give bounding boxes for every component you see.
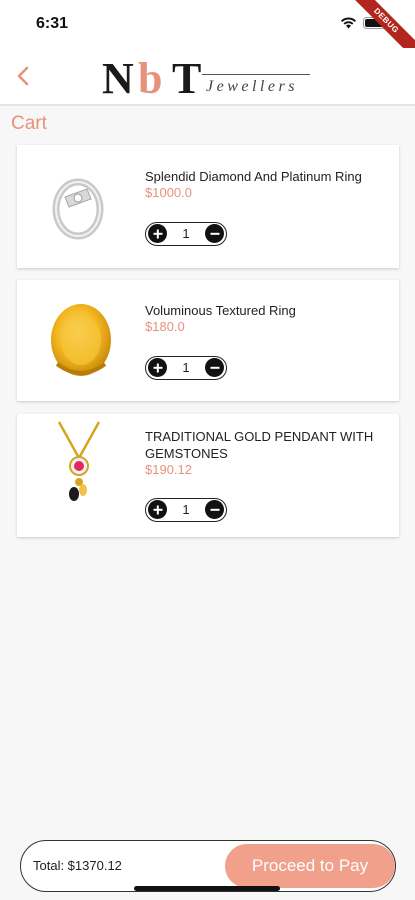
cart-item: Splendid Diamond And Platinum Ring $1000… bbox=[17, 145, 399, 268]
back-arrow-icon[interactable] bbox=[10, 62, 38, 90]
item-price: $180.0 bbox=[145, 319, 185, 334]
item-name: Voluminous Textured Ring bbox=[145, 303, 296, 318]
decrease-quantity-button[interactable] bbox=[205, 358, 224, 377]
quantity-stepper: 1 bbox=[145, 498, 227, 522]
gold-pendant-necklace-icon bbox=[57, 421, 101, 501]
logo-divider bbox=[202, 74, 310, 75]
wifi-icon bbox=[341, 17, 356, 29]
decrease-quantity-button[interactable] bbox=[205, 500, 224, 519]
status-time: 6:31 bbox=[36, 15, 69, 32]
home-indicator bbox=[134, 886, 280, 891]
item-name: TRADITIONAL GOLD PENDANT WITH GEMSTONES bbox=[145, 429, 374, 461]
cart-item: Voluminous Textured Ring $180.0 1 bbox=[17, 280, 399, 401]
quantity-stepper: 1 bbox=[145, 222, 227, 246]
cart-total: Total: $1370.12 bbox=[33, 858, 122, 873]
quantity-stepper: 1 bbox=[145, 356, 227, 380]
proceed-to-pay-button[interactable]: Proceed to Pay bbox=[225, 844, 395, 888]
gold-textured-ring-icon bbox=[51, 304, 111, 376]
logo-subtitle: Jewellers bbox=[206, 78, 298, 95]
logo-letter-b: b bbox=[138, 54, 163, 103]
app-header: N b T Jewellers bbox=[0, 48, 415, 106]
item-price: $1000.0 bbox=[145, 185, 192, 200]
page-title: Cart bbox=[11, 113, 47, 134]
brand-logo: N b T Jewellers bbox=[102, 56, 322, 102]
checkout-bar: Total: $1370.12 Proceed to Pay bbox=[20, 840, 396, 892]
status-bar: 6:31 DEBUG bbox=[0, 0, 415, 65]
cart-item: TRADITIONAL GOLD PENDANT WITH GEMSTONES … bbox=[17, 414, 399, 537]
silver-diamond-ring-icon bbox=[52, 178, 104, 240]
item-price: $190.12 bbox=[145, 462, 192, 477]
item-name: Splendid Diamond And Platinum Ring bbox=[145, 169, 362, 184]
logo-letter-n: N bbox=[102, 54, 134, 103]
decrease-quantity-button[interactable] bbox=[205, 224, 224, 243]
logo-letter-t: T bbox=[172, 54, 202, 103]
